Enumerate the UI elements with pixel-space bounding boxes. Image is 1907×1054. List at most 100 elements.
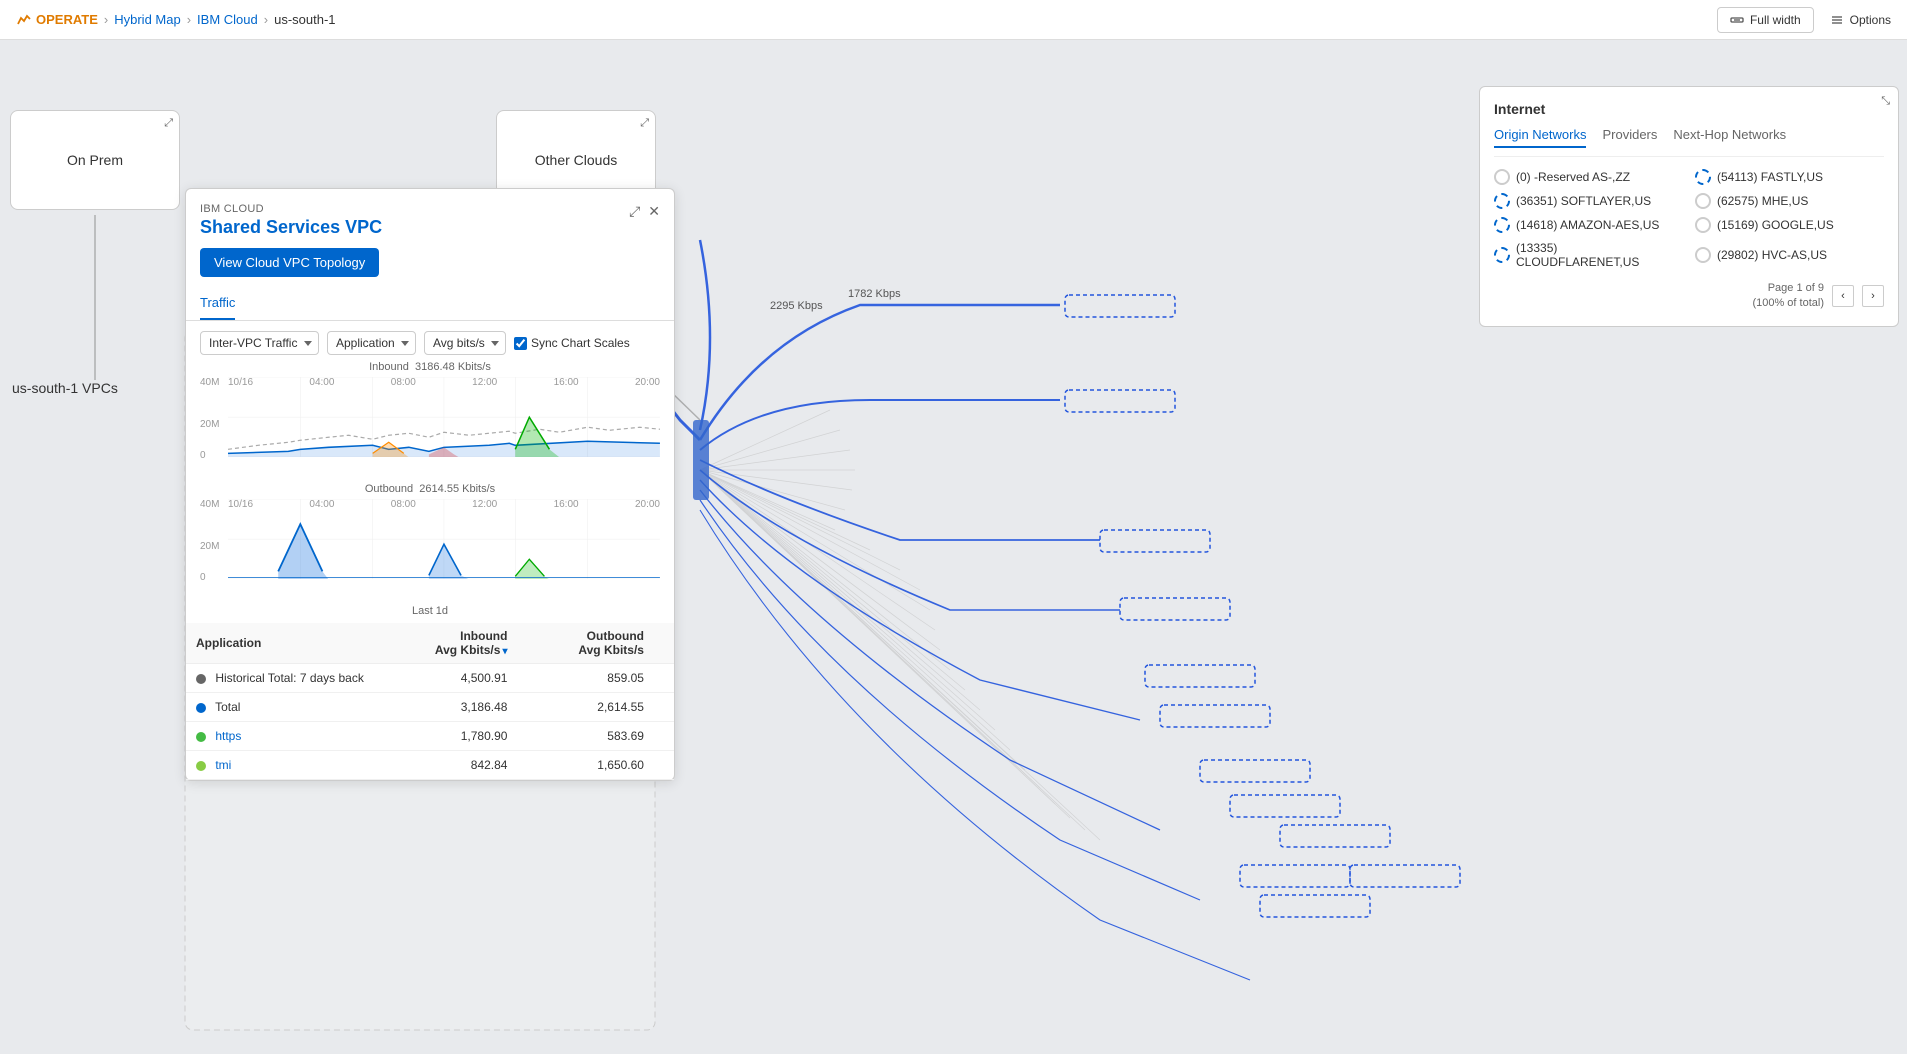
table-row: Total 3,186.48 2,614.55	[186, 693, 674, 722]
origin-item-col2-1: (62575) MHE,US	[1695, 193, 1884, 209]
inbound-cell-1: 3,186.48	[381, 693, 517, 722]
table-row: Historical Total: 7 days back 4,500.91 8…	[186, 664, 674, 693]
internet-title: Internet	[1494, 101, 1884, 117]
inbound-y-mid: 20M	[200, 419, 219, 430]
outbound-chart-svg	[228, 499, 660, 579]
origin-grid: (0) -Reserved AS-,ZZ (54113) FASTLY,US (…	[1494, 169, 1884, 269]
ibm-cloud-label: IBM CLOUD	[200, 203, 382, 215]
breadcrumb: OPERATE › Hybrid Map › IBM Cloud › us-so…	[16, 12, 336, 28]
outbound-y-bot: 0	[200, 572, 206, 583]
metric-select[interactable]: Avg bits/s	[424, 331, 506, 355]
origin-circle-0	[1494, 169, 1510, 185]
prev-page-button[interactable]: ‹	[1832, 285, 1854, 307]
data-table: Application InboundAvg Kbits/s▾ Outbound…	[186, 623, 674, 780]
outbound-cell-2: 583.69	[517, 722, 654, 751]
origin-circle-2	[1494, 217, 1510, 233]
breadcrumb-region: us-south-1	[274, 12, 335, 27]
origin-circle-col2-3	[1695, 247, 1711, 263]
on-prem-box[interactable]: On Prem ⤢	[10, 110, 180, 210]
outbound-chart: 40M 20M 0	[200, 499, 660, 599]
app-cell-2: https	[186, 722, 381, 751]
page-info: Page 1 of 9(100% of total)	[1752, 281, 1824, 312]
app-cell-1: Total	[186, 693, 381, 722]
table-row: https 1,780.90 583.69	[186, 722, 674, 751]
region-label: us-south-1 VPCs	[12, 380, 118, 396]
on-prem-label: On Prem	[67, 152, 123, 168]
inbound-label: Inbound 3186.48 Kbits/s	[200, 361, 660, 373]
main-canvas: 2295 Kbps 1782 Kbps On Prem ⤢ Other Clou…	[0, 40, 1907, 1054]
outbound-y-mid: 20M	[200, 541, 219, 552]
sync-label: Sync Chart Scales	[531, 336, 630, 350]
logo: OPERATE	[16, 12, 98, 28]
origin-circle-col2-1	[1695, 193, 1711, 209]
inbound-cell-2: 1,780.90	[381, 722, 517, 751]
speed-label-2: 1782 Kbps	[848, 288, 901, 300]
other-clouds-expand-icon[interactable]: ⤢	[640, 117, 649, 130]
action-cell-1	[654, 693, 674, 722]
outbound-cell-1: 2,614.55	[517, 693, 654, 722]
table-row: tmi 842.84 1,650.60	[186, 751, 674, 780]
options-button[interactable]: Options	[1830, 13, 1891, 27]
speed-label-1: 2295 Kbps	[770, 300, 823, 312]
view-vpc-topology-button[interactable]: View Cloud VPC Topology	[200, 248, 379, 277]
internet-panel: Internet ⤡ Origin Networks Providers Nex…	[1479, 86, 1899, 327]
dot-blue-1	[196, 703, 206, 713]
outbound-label: Outbound 2614.55 Kbits/s	[200, 483, 660, 495]
vpc-panel-header: IBM CLOUD Shared Services VPC ⤢ ✕	[186, 189, 674, 238]
app-cell-3: tmi	[186, 751, 381, 780]
col-inbound-header: InboundAvg Kbits/s▾	[381, 623, 517, 664]
app-link-tmi[interactable]: tmi	[215, 758, 231, 772]
tab-next-hop[interactable]: Next-Hop Networks	[1673, 127, 1786, 148]
tab-traffic[interactable]: Traffic	[200, 287, 235, 320]
sync-check: Sync Chart Scales	[514, 336, 630, 350]
col-outbound-header: OutboundAvg Kbits/s	[517, 623, 654, 664]
dot-green-2	[196, 732, 206, 742]
inbound-y-top: 40M	[200, 377, 219, 388]
dot-gray-0	[196, 674, 206, 684]
on-prem-expand-icon[interactable]: ⤢	[164, 117, 173, 130]
vpc-panel: IBM CLOUD Shared Services VPC ⤢ ✕ View C…	[185, 188, 675, 781]
inbound-cell-0: 4,500.91	[381, 664, 517, 693]
traffic-type-select[interactable]: Inter-VPC Traffic	[200, 331, 319, 355]
fullwidth-button[interactable]: Full width	[1717, 7, 1814, 33]
inbound-chart: 40M 20M 0	[200, 377, 660, 477]
other-clouds-label: Other Clouds	[535, 152, 617, 168]
vpc-close-icon[interactable]: ✕	[648, 203, 660, 220]
internet-pagination: Page 1 of 9(100% of total) ‹ ›	[1494, 281, 1884, 312]
vpc-title: Shared Services VPC	[200, 217, 382, 238]
vpc-header-icons: ⤢ ✕	[629, 203, 660, 220]
col-icon-header	[654, 623, 674, 664]
origin-item-1: (36351) SOFTLAYER,US	[1494, 193, 1683, 209]
action-cell-2	[654, 722, 674, 751]
sort-inbound-icon[interactable]: ▾	[502, 646, 507, 657]
sync-checkbox[interactable]	[514, 337, 527, 350]
groupby-select[interactable]: Application	[327, 331, 416, 355]
origin-item-0: (0) -Reserved AS-,ZZ	[1494, 169, 1683, 185]
col-app-header: Application	[186, 623, 381, 664]
time-range-label: Last 1d	[200, 605, 660, 617]
outbound-cell-3: 1,650.60	[517, 751, 654, 780]
internet-expand-icon[interactable]: ⤡	[1881, 95, 1890, 108]
region-name: us-south-1	[12, 380, 78, 396]
vpc-expand-icon[interactable]: ⤢	[629, 203, 640, 220]
breadcrumb-hybrid-map[interactable]: Hybrid Map	[114, 12, 180, 27]
origin-item-col2-0: (54113) FASTLY,US	[1695, 169, 1884, 185]
breadcrumb-ibm-cloud[interactable]: IBM Cloud	[197, 12, 258, 27]
app-cell-0: Historical Total: 7 days back	[186, 664, 381, 693]
vpc-header-info: IBM CLOUD Shared Services VPC	[200, 203, 382, 238]
internet-tabs: Origin Networks Providers Next-Hop Netwo…	[1494, 127, 1884, 157]
outbound-chart-section: Outbound 2614.55 Kbits/s 40M 20M 0	[186, 483, 674, 617]
origin-item-col2-3: (29802) HVC-AS,US	[1695, 241, 1884, 269]
origin-circle-col2-2	[1695, 217, 1711, 233]
outbound-cell-0: 859.05	[517, 664, 654, 693]
app-link-https[interactable]: https	[215, 729, 241, 743]
inbound-cell-3: 842.84	[381, 751, 517, 780]
inbound-chart-section: Inbound 3186.48 Kbits/s 40M 20M 0	[186, 361, 674, 477]
origin-item-3: (13335) CLOUDFLARENET,US	[1494, 241, 1683, 269]
origin-item-col2-2: (15169) GOOGLE,US	[1695, 217, 1884, 233]
next-page-button[interactable]: ›	[1862, 285, 1884, 307]
top-nav: OPERATE › Hybrid Map › IBM Cloud › us-so…	[0, 0, 1907, 40]
tab-providers[interactable]: Providers	[1602, 127, 1657, 148]
outbound-y-top: 40M	[200, 499, 219, 510]
tab-origin-networks[interactable]: Origin Networks	[1494, 127, 1586, 148]
